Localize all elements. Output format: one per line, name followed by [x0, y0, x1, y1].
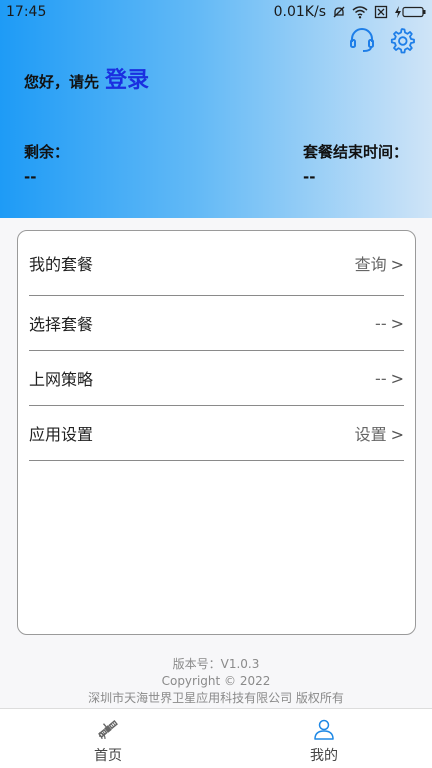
network-speed: 0.01K/s: [273, 4, 326, 20]
menu-item-label: 应用设置: [29, 425, 94, 444]
header-actions: [348, 26, 416, 54]
chevron-right-icon: >: [390, 255, 404, 274]
greeting: 您好，请先 登录: [24, 62, 149, 94]
gear-icon[interactable]: [388, 26, 416, 54]
menu-item-value: --: [375, 313, 387, 333]
tab-label: 我的: [310, 748, 338, 764]
menu-item-value: 查询: [354, 255, 387, 274]
menu-item-value: 设置: [354, 425, 387, 444]
chevron-right-icon: >: [390, 425, 404, 444]
menu-item-network-policy[interactable]: 上网策略 -- >: [29, 351, 404, 406]
status-time: 17:45: [6, 4, 47, 20]
wifi-icon: [352, 6, 368, 19]
tab-label: 首页: [94, 748, 122, 764]
sim-disabled-icon: [374, 5, 388, 19]
menu-item-my-plan[interactable]: 我的套餐 查询 >: [29, 231, 404, 296]
menu-item-select-plan[interactable]: 选择套餐 -- >: [29, 296, 404, 351]
mute-icon: [333, 6, 345, 18]
tab-mine[interactable]: 我的: [216, 709, 432, 768]
menu-item-app-settings[interactable]: 应用设置 设置 >: [29, 406, 404, 461]
headset-icon[interactable]: [348, 26, 376, 54]
menu-item-label: 选择套餐: [29, 315, 94, 334]
tab-home[interactable]: 首页: [0, 709, 216, 768]
chevron-right-icon: >: [390, 313, 404, 333]
status-bar: 17:45 0.01K/s: [0, 0, 432, 24]
login-link[interactable]: 登录: [105, 62, 149, 94]
plan-end-info: 套餐结束时间： --: [303, 141, 408, 186]
menu-item-label: 我的套餐: [29, 255, 94, 274]
satellite-icon: [98, 720, 118, 740]
version-text: 版本号：V1.0.3: [172, 657, 260, 671]
chevron-right-icon: >: [390, 368, 404, 388]
status-indicators: 0.01K/s: [274, 4, 426, 20]
remaining-info: 剩余： --: [24, 141, 69, 186]
battery-charging-icon: [395, 6, 426, 18]
remaining-label: 剩余：: [24, 143, 70, 161]
remaining-value: --: [24, 168, 37, 186]
tab-bar: 首页 我的: [0, 708, 432, 768]
menu-card: 我的套餐 查询 > 选择套餐 -- > 上网策略 -- > 应用设置 设置 >: [17, 230, 416, 635]
footer-info: 版本号：V1.0.3 Copyright © 2022 深圳市天海世界卫星应用科…: [0, 656, 432, 707]
plan-end-value: --: [302, 168, 316, 186]
greeting-text: 您好，请先: [24, 73, 100, 91]
plan-end-label: 套餐结束时间：: [302, 143, 408, 161]
menu-item-value: --: [375, 368, 387, 388]
copyright-text: Copyright © 2022: [161, 674, 271, 688]
company-text: 深圳市天海世界卫星应用科技有限公司 版权所有: [88, 691, 344, 705]
user-icon: [314, 719, 334, 740]
menu-item-label: 上网策略: [29, 370, 94, 389]
